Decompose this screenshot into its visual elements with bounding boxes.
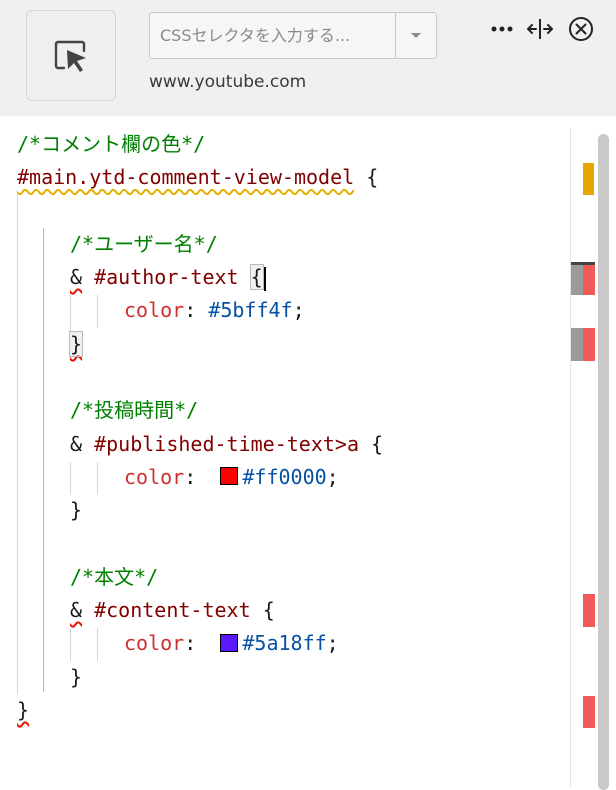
css-property: color bbox=[124, 298, 185, 323]
error-marker bbox=[583, 265, 595, 295]
css-value: #ff0000 bbox=[242, 464, 327, 489]
code-line: color: #5a18ff; bbox=[17, 627, 383, 660]
close-brace: } bbox=[70, 664, 83, 689]
css-comment: /*コメント欄の色*/ bbox=[17, 132, 206, 156]
error-marker bbox=[583, 696, 595, 728]
chevron-down-icon bbox=[411, 32, 421, 38]
code-line: /*投稿時間*/ bbox=[17, 394, 383, 427]
overview-ruler bbox=[570, 128, 616, 790]
error-marker bbox=[583, 594, 595, 627]
close-brace-matched: } bbox=[68, 330, 84, 357]
text-cursor bbox=[263, 266, 266, 291]
css-comment: /*ユーザー名*/ bbox=[70, 231, 218, 256]
colon: : bbox=[184, 631, 197, 656]
open-brace: { bbox=[262, 598, 275, 623]
code-line: /*ユーザー名*/ bbox=[17, 228, 383, 261]
css-comment: /*投稿時間*/ bbox=[70, 398, 199, 423]
css-property: color bbox=[124, 464, 185, 489]
element-picker-icon bbox=[54, 40, 86, 72]
code-line: color: #ff0000; bbox=[17, 461, 383, 494]
hostname-label: www.youtube.com bbox=[149, 72, 307, 92]
code-line: & #author-text { bbox=[17, 261, 383, 294]
resize-horizontal-icon bbox=[527, 19, 553, 39]
open-brace: { bbox=[366, 165, 379, 190]
semicolon: ; bbox=[292, 298, 305, 323]
css-selector: #author-text bbox=[94, 265, 239, 290]
open-brace: { bbox=[371, 431, 384, 456]
semicolon: ; bbox=[326, 464, 339, 489]
selector-combobox bbox=[149, 12, 437, 59]
close-icon bbox=[569, 17, 593, 41]
more-options-button[interactable] bbox=[490, 17, 514, 41]
code-line: /*本文*/ bbox=[17, 561, 383, 594]
css-selector: #main.ytd-comment-view-model bbox=[17, 165, 355, 190]
code-line: #main.ytd-comment-view-model { bbox=[17, 161, 383, 194]
more-horizontal-icon bbox=[491, 26, 513, 32]
scrollbar-thumb[interactable] bbox=[598, 134, 609, 790]
nesting-ampersand: & bbox=[70, 265, 83, 290]
code-line: & #content-text { bbox=[17, 594, 383, 627]
css-selector: #content-text bbox=[94, 598, 251, 623]
nesting-ampersand: & bbox=[70, 598, 83, 623]
warning-marker bbox=[583, 163, 594, 195]
error-marker bbox=[583, 328, 595, 361]
css-code-editor[interactable]: /*コメント欄の色*/ #main.ytd-comment-view-model… bbox=[0, 116, 616, 790]
code-line: } bbox=[17, 661, 383, 694]
toolbar: www.youtube.com bbox=[0, 0, 616, 116]
close-brace: } bbox=[70, 498, 83, 523]
code-line: } bbox=[17, 694, 383, 727]
css-value: #5a18ff bbox=[242, 631, 327, 656]
code-line: } bbox=[17, 494, 383, 527]
colon: : bbox=[184, 298, 197, 323]
color-swatch[interactable] bbox=[220, 467, 239, 486]
css-comment: /*本文*/ bbox=[70, 564, 159, 589]
nesting-ampersand: & bbox=[70, 431, 83, 456]
code-line: & #published-time-text>a { bbox=[17, 428, 383, 461]
code-line: color: #5bff4f; bbox=[17, 294, 383, 327]
selection-marker bbox=[571, 328, 583, 361]
css-selector-input[interactable] bbox=[150, 13, 395, 58]
code-lines: /*コメント欄の色*/ #main.ytd-comment-view-model… bbox=[17, 128, 383, 727]
code-line: /*コメント欄の色*/ bbox=[17, 128, 383, 161]
element-picker-button[interactable] bbox=[26, 10, 116, 101]
code-line: } bbox=[17, 328, 383, 361]
semicolon: ; bbox=[326, 631, 339, 656]
css-selector: #published-time-text>a bbox=[94, 431, 359, 456]
colon: : bbox=[184, 464, 197, 489]
close-button[interactable] bbox=[568, 17, 594, 41]
resize-panel-button[interactable] bbox=[526, 17, 554, 41]
css-value: #5bff4f bbox=[208, 298, 293, 323]
close-brace: } bbox=[17, 698, 30, 723]
color-swatch[interactable] bbox=[220, 633, 239, 652]
css-property: color bbox=[124, 631, 185, 656]
open-brace-matched: { bbox=[249, 264, 264, 291]
selector-dropdown-button[interactable] bbox=[395, 13, 436, 58]
selection-marker bbox=[571, 265, 583, 295]
